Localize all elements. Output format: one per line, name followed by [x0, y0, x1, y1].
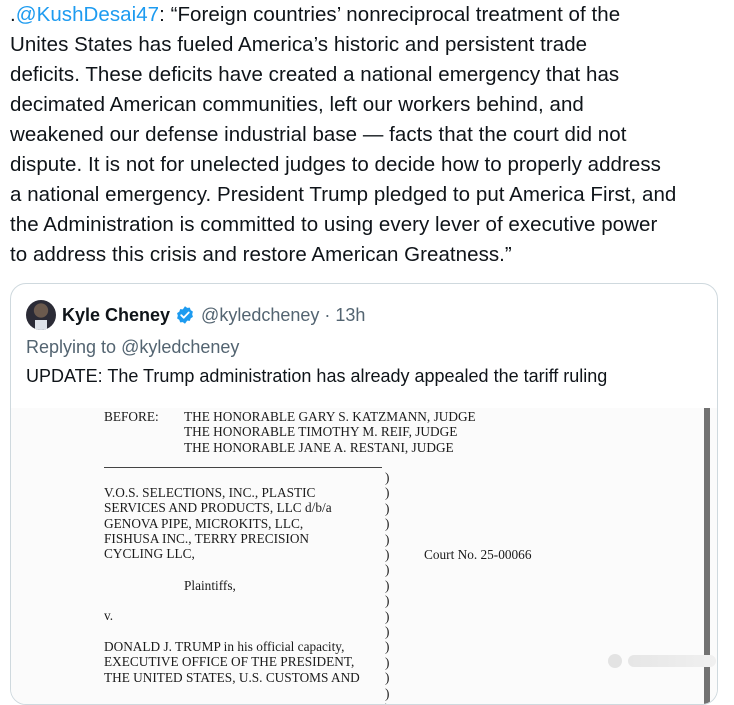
quoted-tweet[interactable]: Kyle Cheney @kyledcheney · 13h Replying …	[10, 283, 718, 705]
replying-to: Replying to @kyledcheney	[26, 337, 239, 358]
plaintiffs-label: Plaintiffs,	[184, 578, 236, 593]
author-name[interactable]: Kyle Cheney	[62, 305, 170, 326]
plaintiffs-block: V.O.S. SELECTIONS, INC., PLASTIC SERVICE…	[104, 485, 332, 561]
defendant-line: THE UNITED STATES, U.S. CUSTOMS AND	[104, 669, 360, 685]
judges-block: THE HONORABLE GARY S. KATZMANN, JUDGE TH…	[184, 409, 476, 455]
tweet-line: a national emergency. President Trump pl…	[10, 183, 677, 206]
tweet-line: weakened our defense industrial base — f…	[10, 123, 627, 146]
plaintiff-line: SERVICES AND PRODUCTS, LLC d/b/a	[104, 500, 332, 516]
tweet-line: Unites States has fueled America’s histo…	[10, 33, 588, 56]
author-handle[interactable]: @kyledcheney	[201, 305, 319, 326]
watermark	[608, 650, 726, 672]
tweet-line: to address this crisis and restore Ameri…	[10, 243, 512, 266]
avatar[interactable]	[26, 300, 56, 330]
plaintiff-line: V.O.S. SELECTIONS, INC., PLASTIC	[104, 485, 316, 500]
judge-line: THE HONORABLE JANE A. RESTANI, JUDGE	[184, 439, 454, 455]
watermark-bar	[628, 655, 716, 667]
tweet-line: dispute. It is not for unelected judges …	[10, 153, 661, 176]
document-rule	[104, 467, 382, 468]
judge-line: THE HONORABLE TIMOTHY M. REIF, JUDGE	[184, 424, 458, 440]
court-number: Court No. 25-00066	[424, 547, 532, 562]
tweet-line-1-text: : “Foreign countries’ nonreciprocal trea…	[159, 3, 621, 26]
defendants-block: DONALD J. TRUMP in his official capacity…	[104, 639, 360, 685]
watermark-logo-icon	[608, 654, 622, 668]
tweet-text: .@KushDesai47: “Foreign countries’ nonre…	[10, 0, 725, 270]
replying-handle[interactable]: @kyledcheney	[121, 337, 239, 357]
defendant-line: DONALD J. TRUMP in his official capacity…	[104, 639, 345, 654]
caption-parentheses: ) ) ) ) ) ) ) ) ) ) ) ) ) ) ) ) )	[385, 470, 390, 704]
separator-dot: ·	[324, 304, 331, 325]
tweet-line: deficits. These deficits have created a …	[10, 63, 620, 86]
plaintiff-line: FISHUSA INC., TERRY PRECISION	[104, 530, 310, 546]
plaintiff-line: GENOVA PIPE, MICROKITS, LLC,	[104, 515, 304, 531]
quoted-tweet-body: UPDATE: The Trump administration has alr…	[26, 366, 608, 386]
judge-line: THE HONORABLE GARY S. KATZMANN, JUDGE	[184, 409, 476, 424]
tweet-line: decimated American communities, left our…	[10, 93, 584, 116]
mention-link[interactable]: @KushDesai47	[16, 3, 159, 26]
versus-label: v.	[104, 608, 114, 623]
timestamp[interactable]: 13h	[335, 305, 365, 326]
verified-badge-icon	[177, 306, 193, 324]
tweet-line-1: .@KushDesai47: “Foreign countries’ nonre…	[10, 0, 725, 30]
quoted-tweet-header: Kyle Cheney @kyledcheney · 13h	[26, 300, 365, 330]
replying-prefix: Replying to	[26, 337, 122, 357]
before-label: BEFORE:	[104, 409, 159, 424]
plaintiff-line: CYCLING LLC,	[104, 546, 195, 562]
tweet-line: the Administration is committed to using…	[10, 213, 658, 236]
defendant-line: EXECUTIVE OFFICE OF THE PRESIDENT,	[104, 654, 355, 670]
